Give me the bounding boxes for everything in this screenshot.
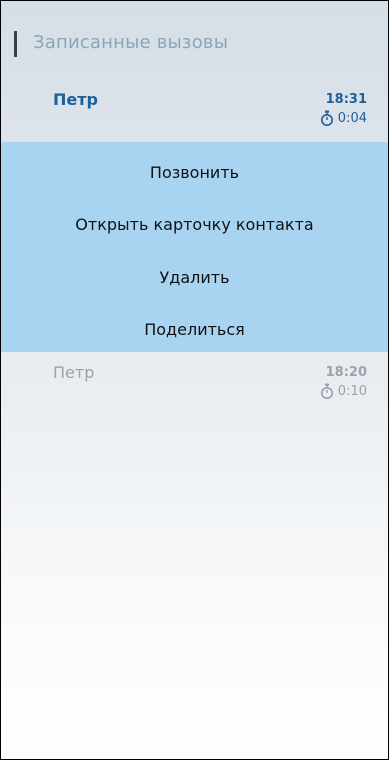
call-list-item-selected[interactable]: Петр 18:31 0:04 — [1, 83, 388, 135]
call-duration-value: 0:04 — [337, 110, 367, 126]
header-accent-bar — [14, 31, 17, 57]
call-time: 18:31 — [325, 92, 367, 107]
menu-item-call[interactable]: Позвонить — [1, 147, 388, 199]
call-time: 18:20 — [325, 365, 367, 380]
recorded-calls-screen: Записанные вызовы Петр 18:31 0:04 Позвон… — [0, 0, 389, 760]
call-context-menu: Позвонить Открыть карточку контакта Удал… — [1, 142, 388, 352]
menu-item-delete[interactable]: Удалить — [1, 252, 388, 304]
stopwatch-icon — [320, 110, 334, 126]
call-list-item[interactable]: Петр 18:20 0:10 — [1, 356, 388, 408]
header: Записанные вызовы — [1, 21, 388, 61]
call-contact-name: Петр — [53, 90, 98, 109]
menu-item-open-contact-card[interactable]: Открыть карточку контакта — [1, 199, 388, 251]
call-duration: 0:10 — [320, 383, 367, 399]
call-duration: 0:04 — [320, 110, 367, 126]
call-contact-name: Петр — [53, 363, 95, 382]
menu-item-share[interactable]: Поделиться — [1, 304, 388, 356]
call-duration-value: 0:10 — [337, 383, 367, 399]
page-title: Записанные вызовы — [33, 32, 229, 53]
stopwatch-icon — [320, 383, 334, 399]
